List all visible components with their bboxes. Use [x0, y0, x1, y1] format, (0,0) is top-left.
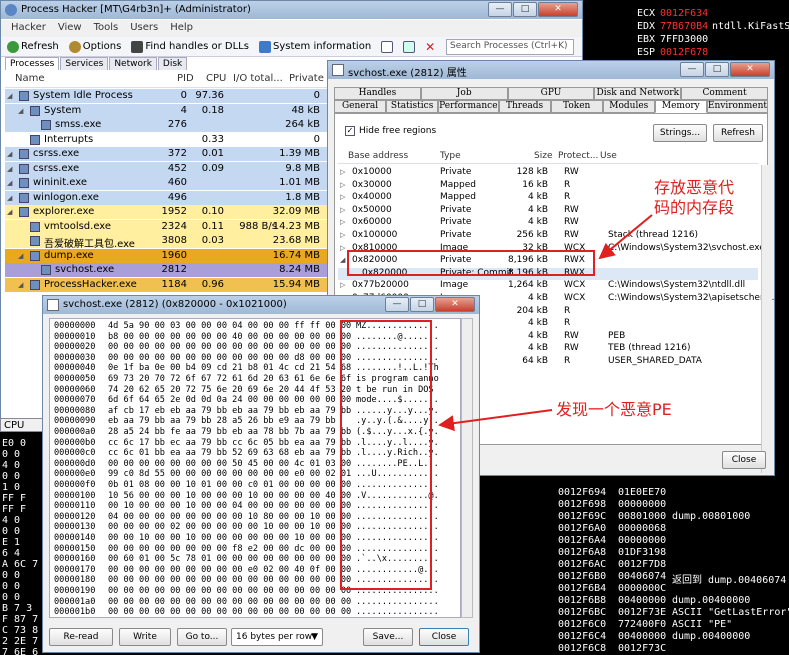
arrow-to-pe — [438, 409, 553, 432]
arrow-to-region — [598, 214, 653, 260]
annotation-arrows — [438, 214, 653, 432]
